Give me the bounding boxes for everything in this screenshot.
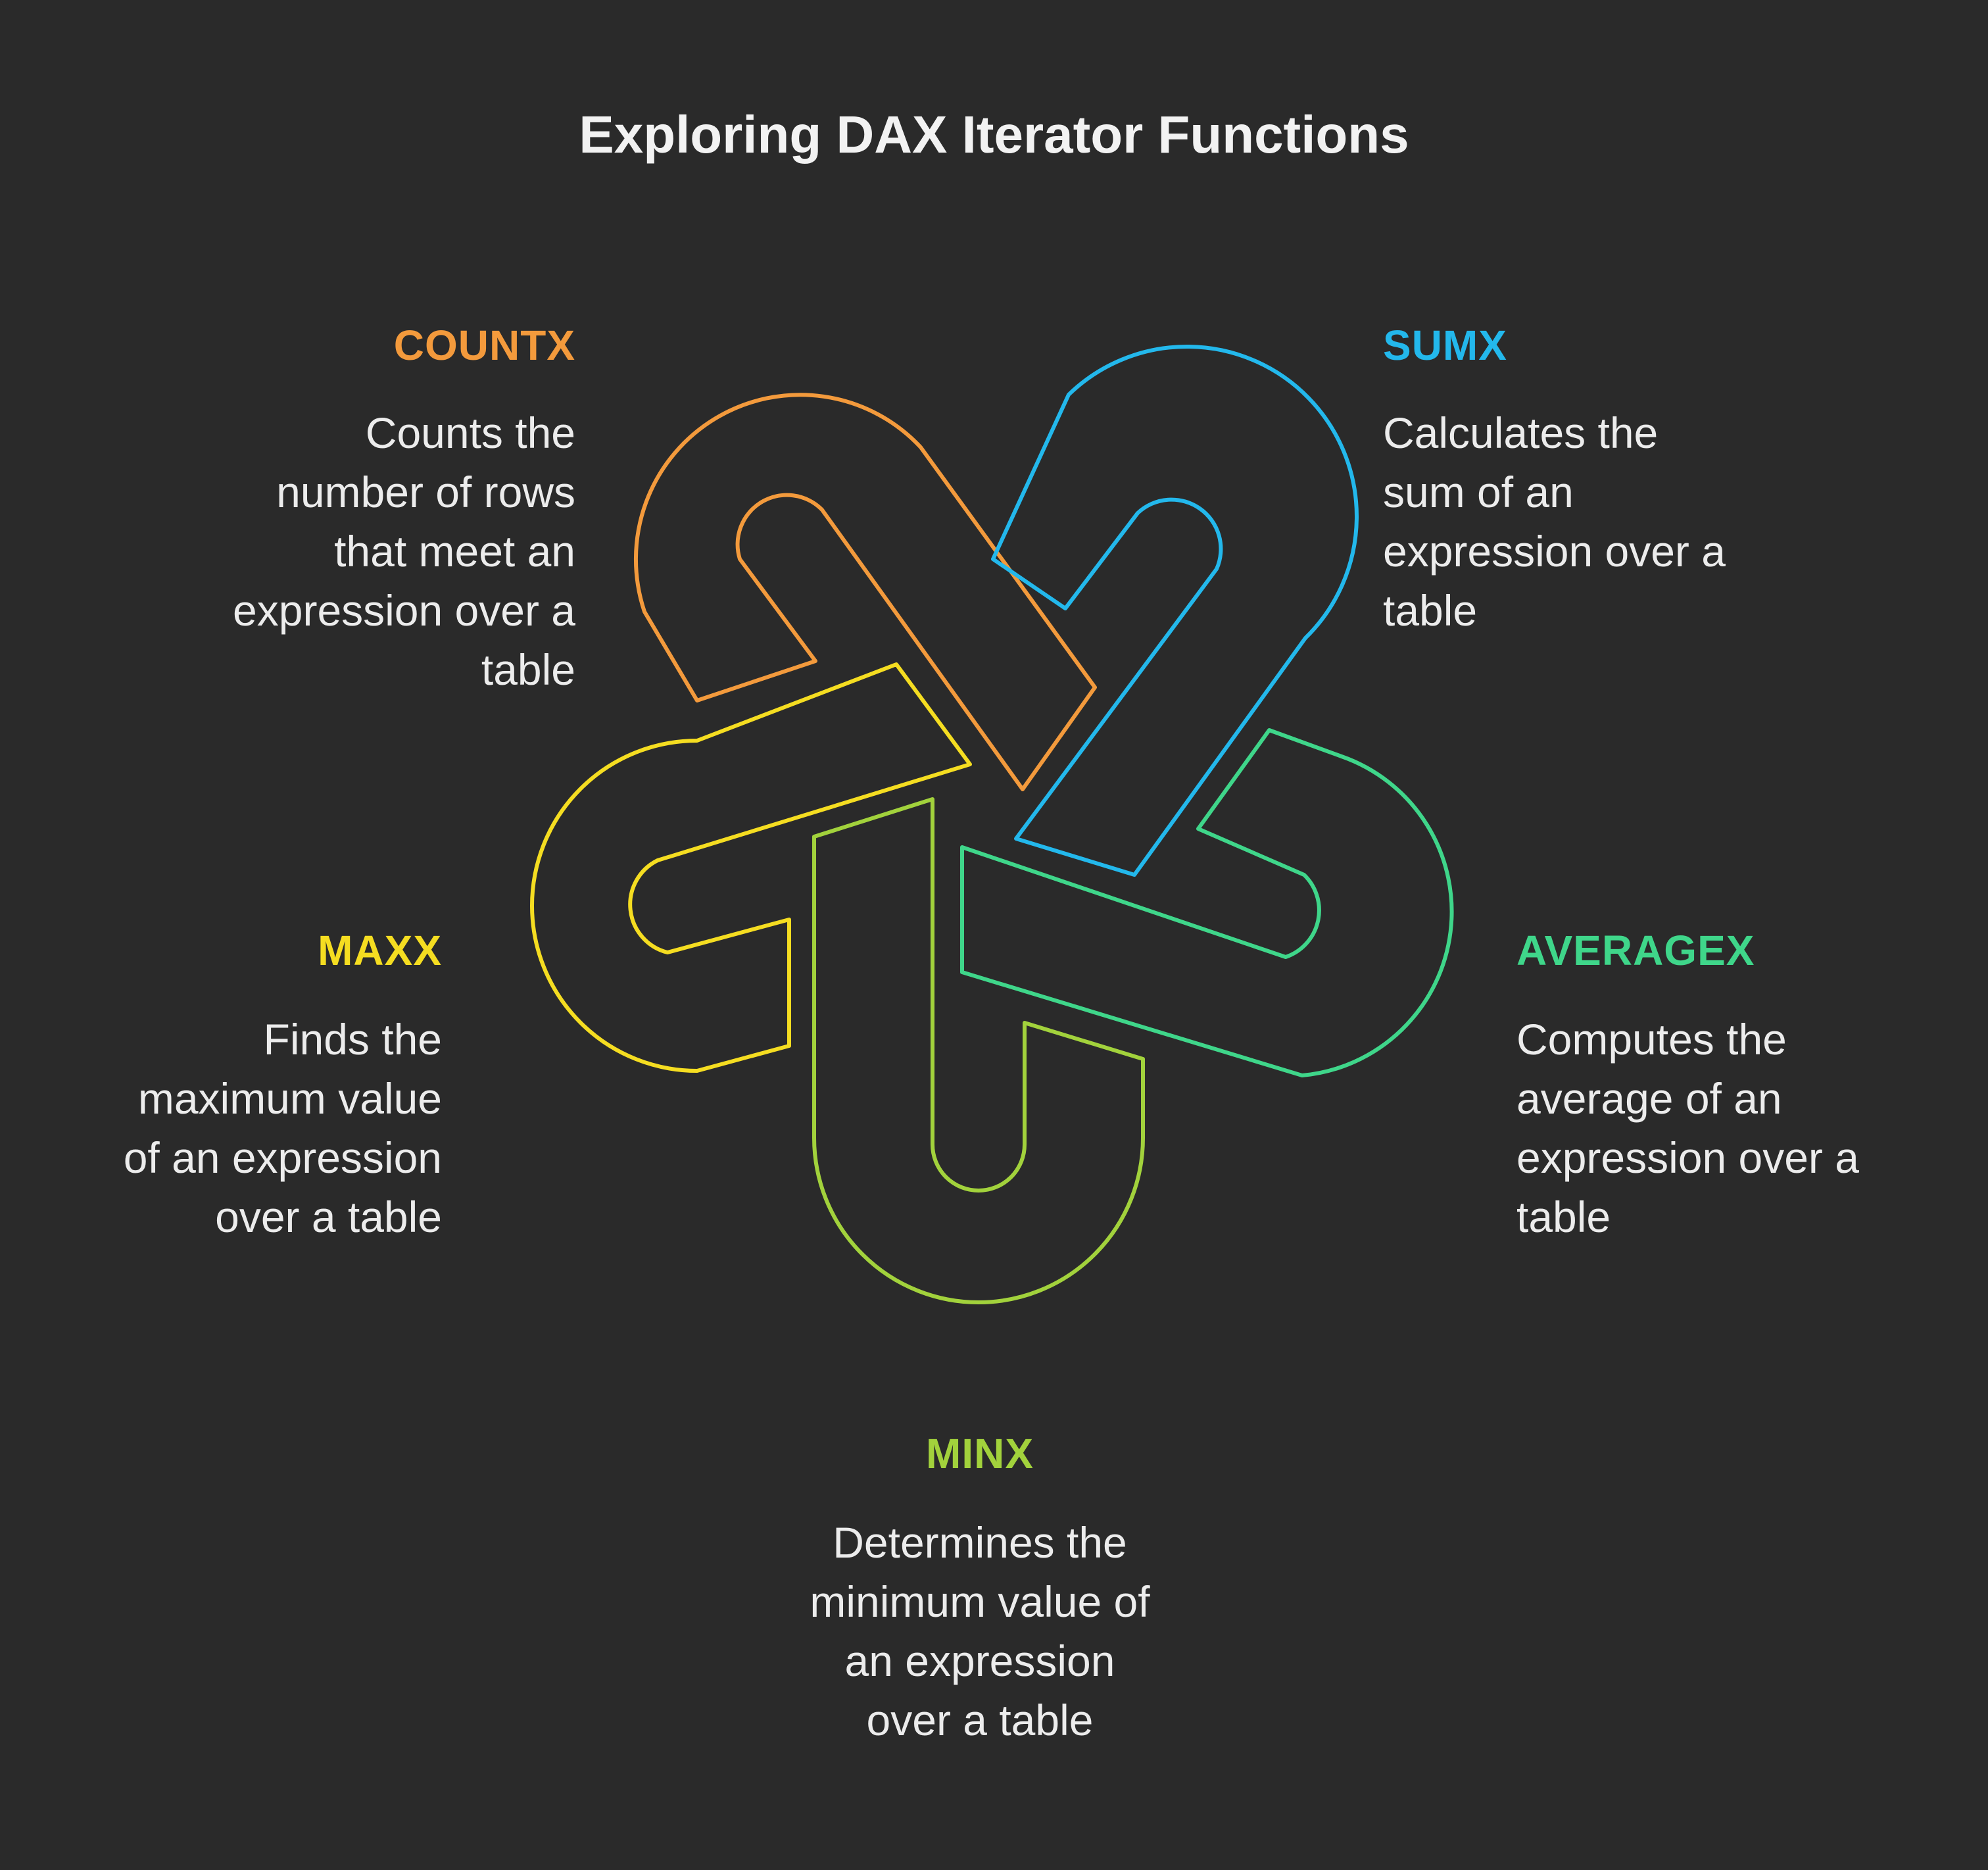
sumx-arm	[991, 344, 1359, 877]
averagex-arm	[960, 728, 1454, 1077]
maxx-arm	[530, 662, 972, 1073]
knot-diagram	[530, 344, 1454, 1304]
countx-arm	[633, 393, 1097, 791]
minx-arm	[812, 797, 1145, 1304]
